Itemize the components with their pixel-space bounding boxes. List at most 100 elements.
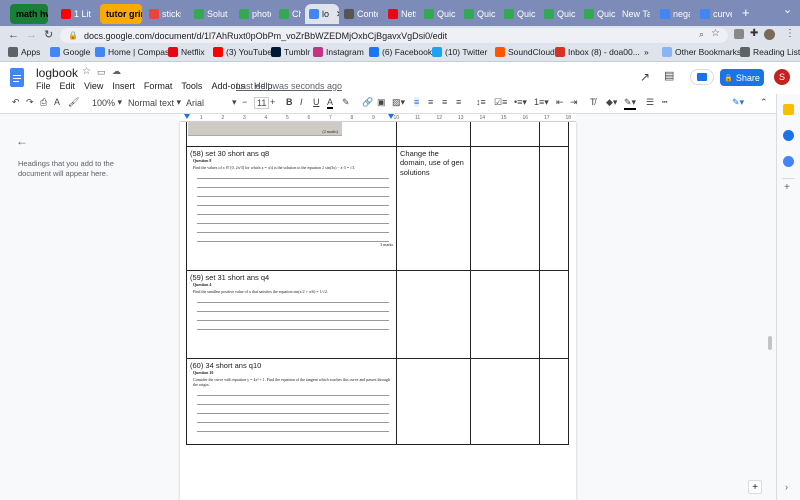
bookmark-item[interactable]: Home | Compass <box>95 47 174 57</box>
numbered-list-icon[interactable]: 1≡▾ <box>534 97 549 108</box>
right-indent-marker[interactable] <box>388 114 394 119</box>
border-dash-icon[interactable]: ┅ <box>662 97 667 108</box>
doc-title[interactable]: logbook <box>36 66 78 80</box>
keep-icon[interactable] <box>783 104 794 115</box>
text-color-icon[interactable]: A <box>327 97 334 109</box>
note-cell[interactable]: Change the domain, use of gen solutions <box>396 146 471 271</box>
bookmarks-overflow[interactable]: » <box>644 47 649 57</box>
browser-tab[interactable]: curve <box>696 4 732 24</box>
back-icon[interactable]: ← <box>8 29 19 41</box>
note-cell[interactable] <box>396 358 471 445</box>
menu-edit[interactable]: Edit <box>60 81 76 91</box>
document-page[interactable]: (2 marks) (58) set 30 short ans q8 Questi… <box>180 122 576 500</box>
star-icon[interactable]: ☆ <box>711 28 720 39</box>
question-cell[interactable]: (59) set 31 short ans q4 Question 4 Find t… <box>186 270 397 359</box>
horizontal-ruler[interactable]: 1 2 3 4 5 6 7 8 9 10 11 12 13 14 15 16 17 18 <box>180 114 576 122</box>
decrease-indent-icon[interactable]: ⇤ <box>556 97 564 108</box>
url-field[interactable]: 🔒 docs.google.com/document/d/1l7AhRuxt0p… <box>60 28 728 43</box>
underline-icon[interactable]: U <box>313 97 320 107</box>
menu-file[interactable]: File <box>36 81 51 91</box>
other-bookmarks[interactable]: Other Bookmarks <box>662 47 741 57</box>
editing-mode-icon[interactable]: ✎▾ <box>732 97 744 108</box>
font-select[interactable]: Arial ▾ <box>186 97 237 108</box>
font-size-field[interactable]: 11 <box>254 97 270 109</box>
account-avatar[interactable]: S <box>774 69 790 85</box>
bookmark-item[interactable]: Google <box>50 47 90 57</box>
explore-button[interactable]: + <box>748 480 762 494</box>
border-width-icon[interactable]: ☰ <box>646 97 654 108</box>
meet-button[interactable] <box>690 69 714 85</box>
profile-icon[interactable] <box>764 29 775 40</box>
close-tab-icon[interactable]: ✕ <box>336 9 339 20</box>
extension-icon[interactable] <box>734 29 744 39</box>
search-icon[interactable]: ⌕ <box>699 29 704 40</box>
bookmark-item[interactable]: (6) Facebook <box>369 47 432 57</box>
image-icon[interactable]: ▨▾ <box>392 97 405 108</box>
tab-search-icon[interactable]: ⌄ <box>783 3 792 16</box>
browser-tab[interactable]: tutor grind <box>100 4 142 24</box>
line-spacing-icon[interactable]: ↕≡ <box>476 97 486 107</box>
browser-tab[interactable]: nega <box>656 4 690 24</box>
fill-color-icon[interactable]: ◆▾ <box>606 97 617 108</box>
browser-tab[interactable]: math hwk <box>10 4 48 24</box>
empty-cell[interactable] <box>470 358 540 445</box>
comment-icon[interactable]: ▣ <box>377 97 386 108</box>
browser-tab[interactable]: sticks <box>145 4 181 24</box>
font-size-increase[interactable]: + <box>270 97 275 107</box>
font-size-decrease[interactable]: − <box>242 97 247 107</box>
spellcheck-icon[interactable]: A <box>54 97 60 107</box>
align-right-icon[interactable]: ≡ <box>442 97 447 107</box>
question-cell[interactable]: (60) 34 short ans q10 Question 10 Consider… <box>186 358 397 445</box>
empty-cell[interactable] <box>470 270 540 359</box>
checklist-icon[interactable]: ☑≡ <box>494 97 507 108</box>
empty-cell[interactable] <box>539 358 569 445</box>
increase-indent-icon[interactable]: ⇥ <box>570 97 578 108</box>
menu-view[interactable]: View <box>84 81 103 91</box>
browser-tab[interactable]: Netfl <box>384 4 416 24</box>
empty-cell[interactable] <box>470 146 540 271</box>
activity-icon[interactable]: ↗ <box>640 70 650 84</box>
link-icon[interactable]: 🔗 <box>362 97 373 108</box>
clear-format-icon[interactable]: T̸ <box>590 97 596 107</box>
reading-list[interactable]: Reading List <box>740 47 800 57</box>
bookmark-item[interactable]: Instagram <box>313 47 364 57</box>
align-center-icon[interactable]: ≡ <box>428 97 433 107</box>
collapse-menus-icon[interactable]: ⌃ <box>760 97 768 108</box>
border-color-icon[interactable]: ✎▾ <box>624 97 637 110</box>
show-panel-icon[interactable]: › <box>785 482 788 492</box>
add-addon-icon[interactable]: + <box>784 182 790 193</box>
move-folder-icon[interactable]: ▭ <box>97 67 106 78</box>
empty-cell[interactable] <box>539 146 569 271</box>
menu-insert[interactable]: Insert <box>112 81 135 91</box>
print-icon[interactable]: ⎙ <box>40 97 47 108</box>
menu-kebab-icon[interactable]: ⋮ <box>785 28 795 39</box>
star-doc-icon[interactable]: ☆ <box>82 66 91 77</box>
calendar-icon[interactable] <box>783 156 794 167</box>
close-outline-icon[interactable]: ← <box>16 134 28 148</box>
italic-icon[interactable]: I <box>300 97 303 107</box>
browser-tab[interactable]: Quic <box>500 4 536 24</box>
undo-icon[interactable]: ↶ <box>12 97 20 108</box>
browser-tab[interactable]: Quic <box>540 4 576 24</box>
highlight-icon[interactable]: ✎ <box>342 97 350 108</box>
comments-icon[interactable]: ▤ <box>664 69 674 82</box>
browser-tab[interactable]: Conte <box>340 4 378 24</box>
redo-icon[interactable]: ↷ <box>26 97 34 108</box>
last-edit-link[interactable]: Last edit was seconds ago <box>236 81 342 91</box>
tasks-icon[interactable] <box>783 130 794 141</box>
zoom-select[interactable]: 100% ▾ <box>92 97 122 108</box>
browser-tab[interactable]: New Tab <box>618 4 650 24</box>
docs-logo-icon[interactable] <box>10 68 24 87</box>
note-cell[interactable] <box>396 270 471 359</box>
bold-icon[interactable]: B <box>286 97 293 107</box>
reload-icon[interactable]: ↻ <box>44 28 53 41</box>
browser-tab[interactable]: 1 Lit <box>57 4 93 24</box>
browser-tab[interactable]: Quic <box>420 4 456 24</box>
new-tab-icon[interactable]: + <box>742 5 750 20</box>
bookmark-item[interactable]: Apps <box>8 47 40 57</box>
bookmark-item[interactable]: Inbox (8) - doa00... <box>555 47 640 57</box>
align-left-icon[interactable]: ≡ <box>414 97 420 107</box>
browser-tab[interactable]: lo ✕ <box>305 4 339 24</box>
browser-tab[interactable]: photo <box>235 4 271 24</box>
menu-format[interactable]: Format <box>144 81 173 91</box>
